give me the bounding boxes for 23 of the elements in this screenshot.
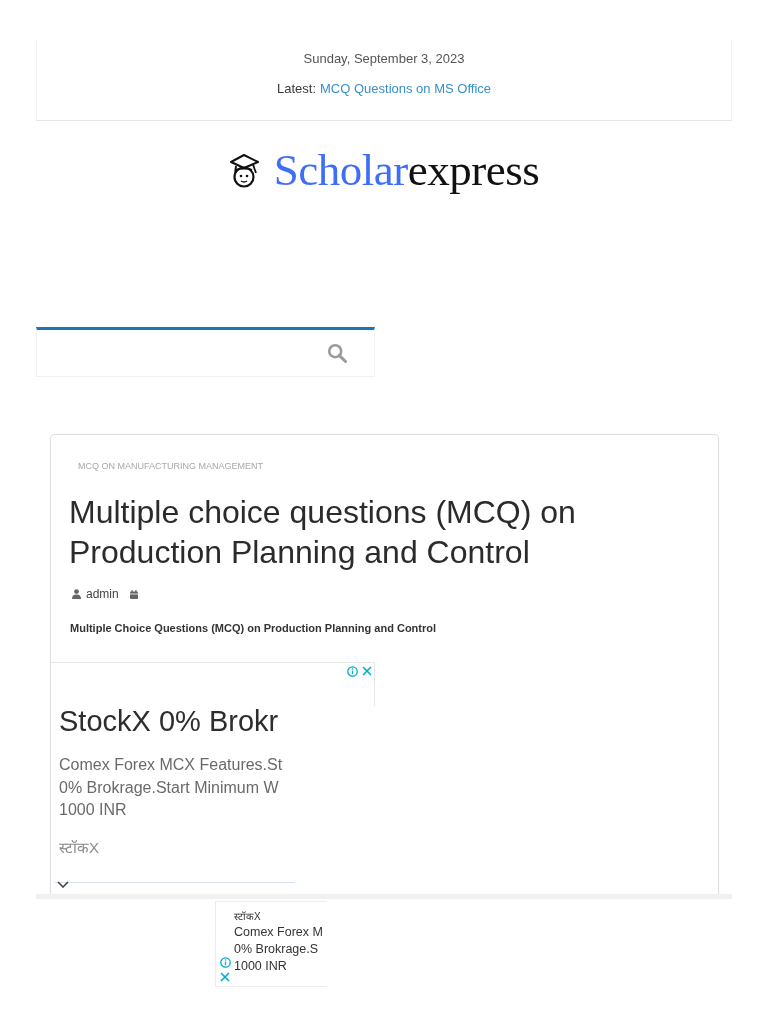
latest-label: Latest: xyxy=(277,81,316,97)
chevron-down-icon[interactable] xyxy=(57,880,69,888)
latest-post-link[interactable]: MCQ Questions on MS Office xyxy=(320,81,491,97)
ad-headline[interactable]: StockX 0% Brokr xyxy=(59,706,295,736)
person-icon xyxy=(72,589,81,599)
ad-info-icon[interactable] xyxy=(347,666,358,677)
ad-advertiser-name: स्टॉकX xyxy=(234,910,262,923)
ad-close-icon[interactable] xyxy=(220,972,230,982)
graduate-face-icon xyxy=(228,151,260,189)
search-icon[interactable] xyxy=(327,343,347,363)
ad-advertiser-name: स्टॉकX xyxy=(59,837,100,858)
calendar-icon xyxy=(129,589,138,599)
ad-description: Comex Forex MCX Features.St 0% Brokrage.Start Minimum W 1000 INR xyxy=(59,755,284,820)
article-title[interactable]: Multiple choice questions (MCQ) on Production Planning and Control xyxy=(69,492,629,572)
article-excerpt: Multiple Choice Questions (MCQ) on Production Planning and Control xyxy=(70,621,437,635)
sticky-ad-panel[interactable]: स्टॉकX Comex Forex M 0% Brokrage.S 1000 INR xyxy=(215,901,327,987)
date-text: Sunday, September 3, 2023 xyxy=(303,51,465,67)
ad-info-icon[interactable] xyxy=(219,957,231,968)
author-link[interactable]: admin xyxy=(86,587,119,601)
site-wordmark[interactable]: Scholarexpress xyxy=(273,144,540,196)
search-field[interactable] xyxy=(36,327,375,377)
ad-description: Comex Forex M 0% Brokrage.S 1000 INR xyxy=(234,924,323,975)
ad-close-icon[interactable] xyxy=(362,666,372,676)
